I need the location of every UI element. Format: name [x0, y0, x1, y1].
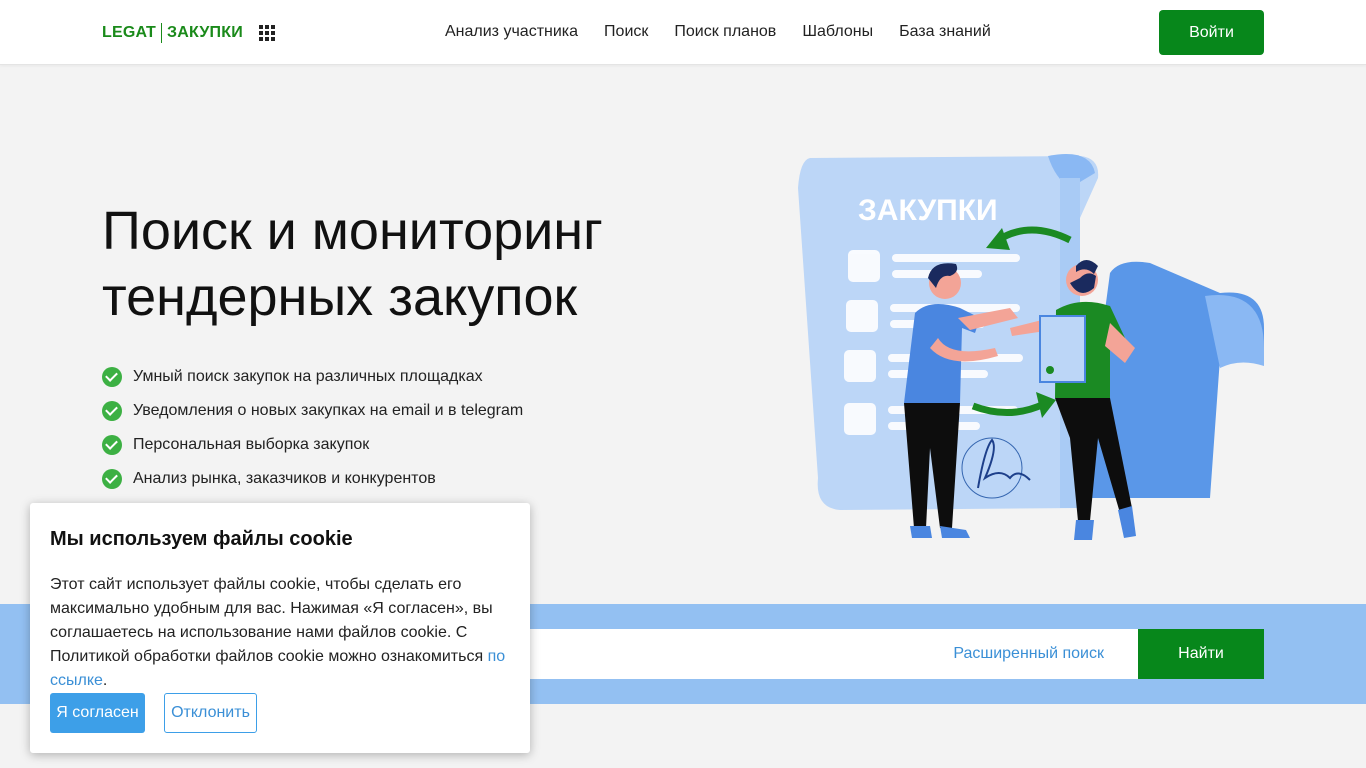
check-icon [102, 401, 122, 421]
feature-item: Уведомления о новых закупках на email и … [102, 394, 523, 428]
nav-item-knowledge-base[interactable]: База знаний [899, 23, 991, 41]
logo-right: ЗАКУПКИ [167, 24, 243, 41]
feature-item: Умный поиск закупок на различных площадк… [102, 360, 523, 394]
logo-divider [161, 23, 163, 43]
check-icon [102, 367, 122, 387]
decline-cookie-button[interactable]: Отклонить [164, 693, 257, 733]
cookie-text: Этот сайт использует файлы cookie, чтобы… [50, 573, 515, 693]
page-title: Поиск и мониторинг тендерных закупок [102, 198, 702, 330]
main-nav: Анализ участника Поиск Поиск планов Шабл… [445, 23, 1017, 41]
cookie-banner: Мы используем файлы cookie Этот сайт исп… [30, 503, 530, 753]
nav-item-search[interactable]: Поиск [604, 23, 648, 41]
check-icon [102, 469, 122, 489]
feature-item: Персональная выборка закупок [102, 428, 523, 462]
find-button[interactable]: Найти [1138, 629, 1264, 679]
hero-illustration: ЗАКУПКИ [798, 154, 1264, 540]
site-header: LEGAT ЗАКУПКИ Анализ участника Поиск Пои… [0, 0, 1366, 65]
advanced-search-link[interactable]: Расширенный поиск [953, 645, 1104, 663]
nav-item-templates[interactable]: Шаблоны [802, 23, 873, 41]
grid-icon[interactable] [259, 25, 275, 41]
logo-left: LEGAT [102, 24, 157, 41]
title-line-2: тендерных закупок [102, 267, 578, 327]
login-button[interactable]: Войти [1159, 10, 1264, 55]
feature-text: Уведомления о новых закупках на email и … [133, 402, 524, 419]
nav-item-plans-search[interactable]: Поиск планов [674, 23, 776, 41]
logo[interactable]: LEGAT ЗАКУПКИ [102, 23, 243, 43]
feature-text: Умный поиск закупок на различных площадк… [133, 368, 483, 385]
accept-cookie-button[interactable]: Я согласен [50, 693, 145, 733]
document-label: ЗАКУПКИ [858, 194, 998, 227]
cookie-title: Мы используем файлы cookie [50, 528, 353, 550]
feature-list: Умный поиск закупок на различных площадк… [102, 360, 523, 496]
nav-item-participant-analysis[interactable]: Анализ участника [445, 23, 578, 41]
check-icon [102, 435, 122, 455]
cookie-text-end: . [102, 672, 108, 689]
feature-item: Анализ рынка, заказчиков и конкурентов [102, 462, 523, 496]
feature-text: Анализ рынка, заказчиков и конкурентов [133, 470, 436, 487]
cookie-body: Этот сайт использует файлы cookie, чтобы… [50, 576, 493, 665]
feature-text: Персональная выборка закупок [133, 436, 370, 453]
title-line-1: Поиск и мониторинг [102, 201, 603, 261]
